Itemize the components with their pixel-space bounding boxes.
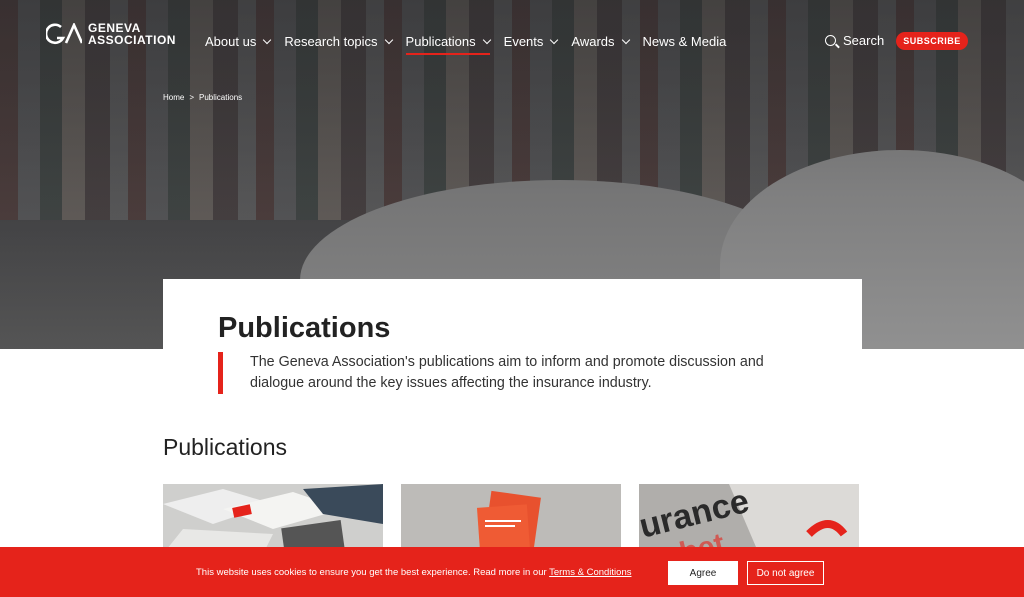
- publication-image: [401, 484, 621, 554]
- main-nav: About us Research topics Publications Ev…: [205, 33, 740, 55]
- nav-research-topics[interactable]: Research topics: [284, 33, 393, 49]
- ga-logo-icon: [46, 23, 82, 45]
- search-button[interactable]: Search: [825, 33, 884, 48]
- logo-wordmark: GENEVA ASSOCIATION: [88, 21, 176, 47]
- terms-link[interactable]: Terms & Conditions: [549, 567, 631, 578]
- section-title: Publications: [163, 434, 288, 460]
- breadcrumb-home[interactable]: Home: [163, 93, 184, 102]
- intro-text: The Geneva Association's publications ai…: [250, 354, 764, 391]
- publication-image: [163, 484, 383, 554]
- chevron-down-icon: [621, 35, 630, 44]
- chevron-down-icon: [263, 35, 272, 44]
- nav-awards[interactable]: Awards: [571, 33, 630, 49]
- agree-button[interactable]: Agree: [668, 561, 738, 585]
- disagree-button[interactable]: Do not agree: [747, 561, 824, 585]
- nav-news-media[interactable]: News & Media: [643, 33, 727, 49]
- nav-events[interactable]: Events: [504, 33, 559, 49]
- cookie-message: This website uses cookies to ensure you …: [196, 567, 632, 578]
- chevron-down-icon: [384, 35, 393, 44]
- search-icon: [825, 35, 836, 46]
- publication-card-thumbnail[interactable]: [163, 484, 383, 554]
- subscribe-button[interactable]: SUBSCRIBE: [896, 32, 968, 50]
- breadcrumb-separator: >: [189, 93, 195, 102]
- page-title: Publications: [218, 312, 391, 344]
- nav-about-us[interactable]: About us: [205, 33, 272, 49]
- breadcrumb-current: Publications: [199, 93, 243, 102]
- publication-image: urance bet: [639, 484, 859, 554]
- publication-card-thumbnail[interactable]: urance bet: [639, 484, 859, 554]
- chevron-down-icon: [482, 35, 491, 44]
- chevron-down-icon: [550, 35, 559, 44]
- publication-card-thumbnail[interactable]: [401, 484, 621, 554]
- nav-publications[interactable]: Publications: [405, 33, 491, 55]
- geneva-association-logo[interactable]: GENEVA ASSOCIATION: [46, 22, 176, 46]
- title-card: Publications The Geneva Association's pu…: [163, 279, 862, 399]
- cookie-banner: This website uses cookies to ensure you …: [0, 547, 1024, 597]
- breadcrumb: Home > Publications: [163, 93, 242, 102]
- intro-quote: The Geneva Association's publications ai…: [218, 352, 808, 394]
